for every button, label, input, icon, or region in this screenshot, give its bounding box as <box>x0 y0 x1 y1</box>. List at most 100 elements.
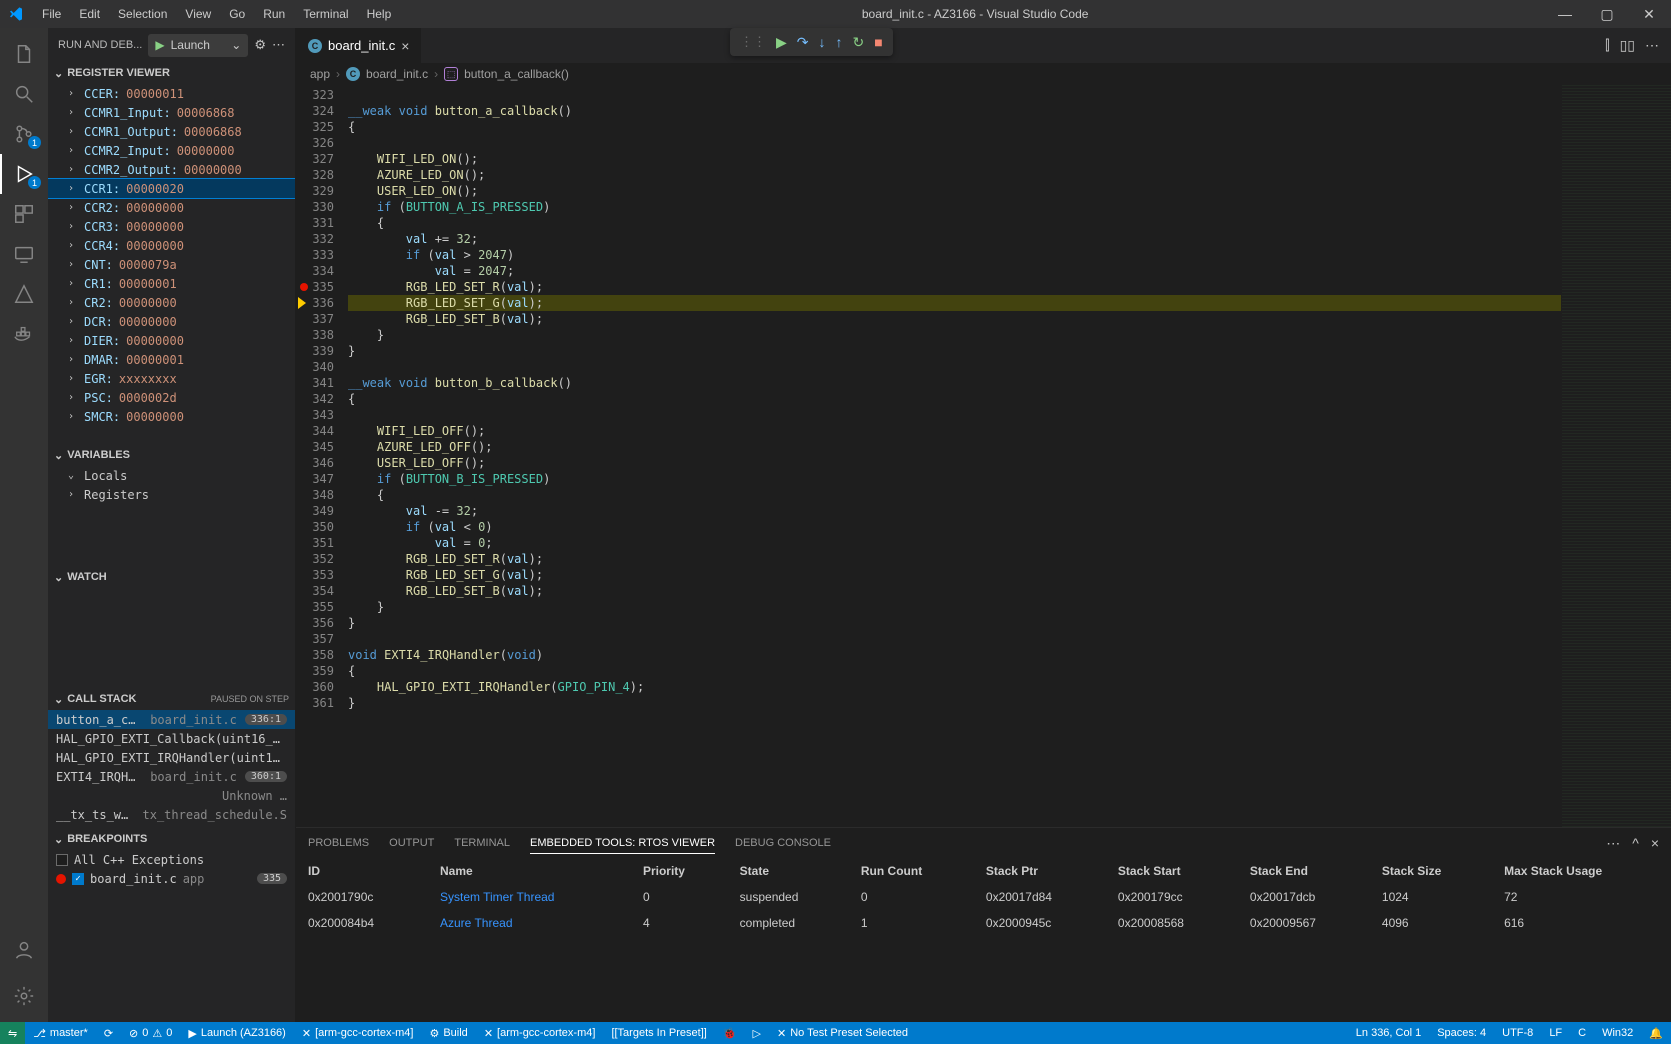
menu-edit[interactable]: Edit <box>71 3 108 25</box>
compare-icon[interactable]: ⫿ <box>1605 37 1609 54</box>
run-debug-icon[interactable]: 1 <box>0 154 48 194</box>
menu-selection[interactable]: Selection <box>110 3 175 25</box>
panel-more-icon[interactable]: ⋯ <box>1606 835 1620 852</box>
launch-config-select[interactable]: ▶ Launch ⌄ <box>148 34 248 57</box>
menu-terminal[interactable]: Terminal <box>295 3 356 25</box>
run-icon[interactable]: ▷ <box>745 1022 769 1044</box>
search-icon[interactable] <box>0 74 48 114</box>
register-row[interactable]: ›PSC: 0000002d <box>48 388 295 407</box>
git-sync[interactable]: ⟳ <box>96 1022 121 1044</box>
minimap[interactable] <box>1561 85 1671 827</box>
register-viewer-header[interactable]: ⌄ REGISTER VIEWER <box>48 62 295 84</box>
panel-maximize-icon[interactable]: ^ <box>1632 835 1639 852</box>
callstack-header[interactable]: ⌄ CALL STACK PAUSED ON STEP <box>48 688 295 710</box>
table-header[interactable]: Stack Start <box>1106 858 1238 884</box>
git-branch[interactable]: ⎇master* <box>25 1022 96 1044</box>
restart-button[interactable]: ↻ <box>853 34 865 51</box>
panel-tab-debugconsole[interactable]: DEBUG CONSOLE <box>735 833 831 853</box>
watch-header[interactable]: ⌄ WATCH <box>48 566 295 588</box>
continue-button[interactable]: ▶ <box>776 34 787 51</box>
register-row[interactable]: ›SMCR: 00000000 <box>48 407 295 426</box>
bp-file[interactable]: ✓ board_init.c app 335 <box>48 869 295 888</box>
tab-board-init[interactable]: C board_init.c × <box>296 28 422 63</box>
code-area[interactable]: __weak void button_a_callback(){ WIFI_LE… <box>348 85 1561 827</box>
register-row[interactable]: ›CCR1: 00000020 <box>48 179 295 198</box>
panel-tab-terminal[interactable]: TERMINAL <box>454 833 510 853</box>
more-icon[interactable]: ⋯ <box>272 37 285 53</box>
explorer-icon[interactable] <box>0 34 48 74</box>
indent[interactable]: Spaces: 4 <box>1429 1022 1494 1044</box>
source-control-icon[interactable]: 1 <box>0 114 48 154</box>
breakpoints-header[interactable]: ⌄ BREAKPOINTS <box>48 828 295 850</box>
variables-header[interactable]: ⌄ VARIABLES <box>48 444 295 466</box>
panel-close-icon[interactable]: × <box>1651 835 1659 852</box>
register-row[interactable]: ›CCER: 00000011 <box>48 84 295 103</box>
line-gutter[interactable]: 3233243253263273283293303313323333343353… <box>296 85 348 827</box>
thread-link[interactable]: System Timer Thread <box>440 890 554 904</box>
problems-indicator[interactable]: ⊘0⚠0 <box>121 1022 180 1044</box>
register-row[interactable]: ›CCMR2_Input: 00000000 <box>48 141 295 160</box>
targets[interactable]: [[Targets In Preset]] <box>603 1022 714 1044</box>
gear-icon[interactable]: ⚙ <box>254 37 266 53</box>
register-row[interactable]: ›CCR4: 00000000 <box>48 236 295 255</box>
register-row[interactable]: ›DMAR: 00000001 <box>48 350 295 369</box>
table-header[interactable]: Stack End <box>1238 858 1370 884</box>
step-into-button[interactable]: ↓ <box>819 34 826 50</box>
cmake-icon[interactable] <box>0 274 48 314</box>
accounts-icon[interactable] <box>0 930 48 970</box>
close-button[interactable]: ✕ <box>1635 6 1663 23</box>
os[interactable]: Win32 <box>1594 1022 1641 1044</box>
launch-status[interactable]: ▶Launch (AZ3166) <box>180 1022 293 1044</box>
callstack-row[interactable]: HAL_GPIO_EXTI_Callback(uint16_t GPIO_P <box>48 729 295 748</box>
checkbox-icon[interactable] <box>56 854 68 866</box>
debug-toolbar[interactable]: ⋮⋮ ▶ ↷ ↓ ↑ ↻ ■ <box>730 28 893 56</box>
menu-view[interactable]: View <box>177 3 219 25</box>
panel-tab-output[interactable]: OUTPUT <box>389 833 434 853</box>
callstack-row[interactable]: HAL_GPIO_EXTI_IRQHandler(uint16_t GPIC <box>48 748 295 767</box>
close-tab-icon[interactable]: × <box>401 38 409 54</box>
drag-handle-icon[interactable]: ⋮⋮ <box>740 34 766 50</box>
register-row[interactable]: ›CCR3: 00000000 <box>48 217 295 236</box>
remote-indicator[interactable]: ⇋ <box>0 1022 25 1044</box>
menu-file[interactable]: File <box>34 3 69 25</box>
table-header[interactable]: Priority <box>631 858 728 884</box>
table-header[interactable]: Max Stack Usage <box>1492 858 1671 884</box>
register-row[interactable]: ›CR2: 00000000 <box>48 293 295 312</box>
stop-button[interactable]: ■ <box>874 34 882 50</box>
panel-tab-problems[interactable]: PROBLEMS <box>308 833 369 853</box>
debug-icon[interactable]: 🐞 <box>715 1022 745 1044</box>
table-row[interactable]: 0x2001790cSystem Timer Thread0suspended0… <box>296 884 1671 910</box>
cursor-pos[interactable]: Ln 336, Col 1 <box>1348 1022 1429 1044</box>
table-header[interactable]: ID <box>296 858 428 884</box>
language-mode[interactable]: C <box>1570 1022 1594 1044</box>
register-row[interactable]: ›DIER: 00000000 <box>48 331 295 350</box>
eol[interactable]: LF <box>1541 1022 1570 1044</box>
register-row[interactable]: ›CCR2: 00000000 <box>48 198 295 217</box>
register-row[interactable]: ›EGR: xxxxxxxx <box>48 369 295 388</box>
breadcrumb[interactable]: app › C board_init.c › ⬚ button_a_callba… <box>296 63 1671 85</box>
table-header[interactable]: Name <box>428 858 631 884</box>
register-row[interactable]: ›CCMR2_Output: 00000000 <box>48 160 295 179</box>
locals-group[interactable]: ⌄Locals <box>48 466 295 485</box>
table-header[interactable]: Stack Size <box>1370 858 1492 884</box>
test-preset[interactable]: ✕No Test Preset Selected <box>769 1022 916 1044</box>
register-row[interactable]: ›CCMR1_Input: 00006868 <box>48 103 295 122</box>
encoding[interactable]: UTF-8 <box>1494 1022 1541 1044</box>
split-icon[interactable]: ▯▯ <box>1620 37 1635 54</box>
build-status[interactable]: ⚙Build <box>421 1022 475 1044</box>
callstack-row[interactable]: __tx_ts_wait()tx_thread_schedule.S <box>48 805 295 824</box>
docker-icon[interactable] <box>0 314 48 354</box>
callstack-row[interactable]: EXTI4_IRQHandler()board_init.c360:1 <box>48 767 295 786</box>
extensions-icon[interactable] <box>0 194 48 234</box>
panel-tab-rtos[interactable]: EMBEDDED TOOLS: RTOS VIEWER <box>530 833 715 854</box>
register-row[interactable]: ›CR1: 00000001 <box>48 274 295 293</box>
menu-help[interactable]: Help <box>359 3 400 25</box>
thread-link[interactable]: Azure Thread <box>440 916 513 930</box>
register-row[interactable]: ›CNT: 0000079a <box>48 255 295 274</box>
minimize-button[interactable]: — <box>1551 6 1579 22</box>
step-out-button[interactable]: ↑ <box>836 34 843 50</box>
checkbox-icon[interactable]: ✓ <box>72 873 84 885</box>
menu-go[interactable]: Go <box>221 3 253 25</box>
callstack-row[interactable]: Unknown … <box>48 786 295 805</box>
table-header[interactable]: Stack Ptr <box>974 858 1106 884</box>
